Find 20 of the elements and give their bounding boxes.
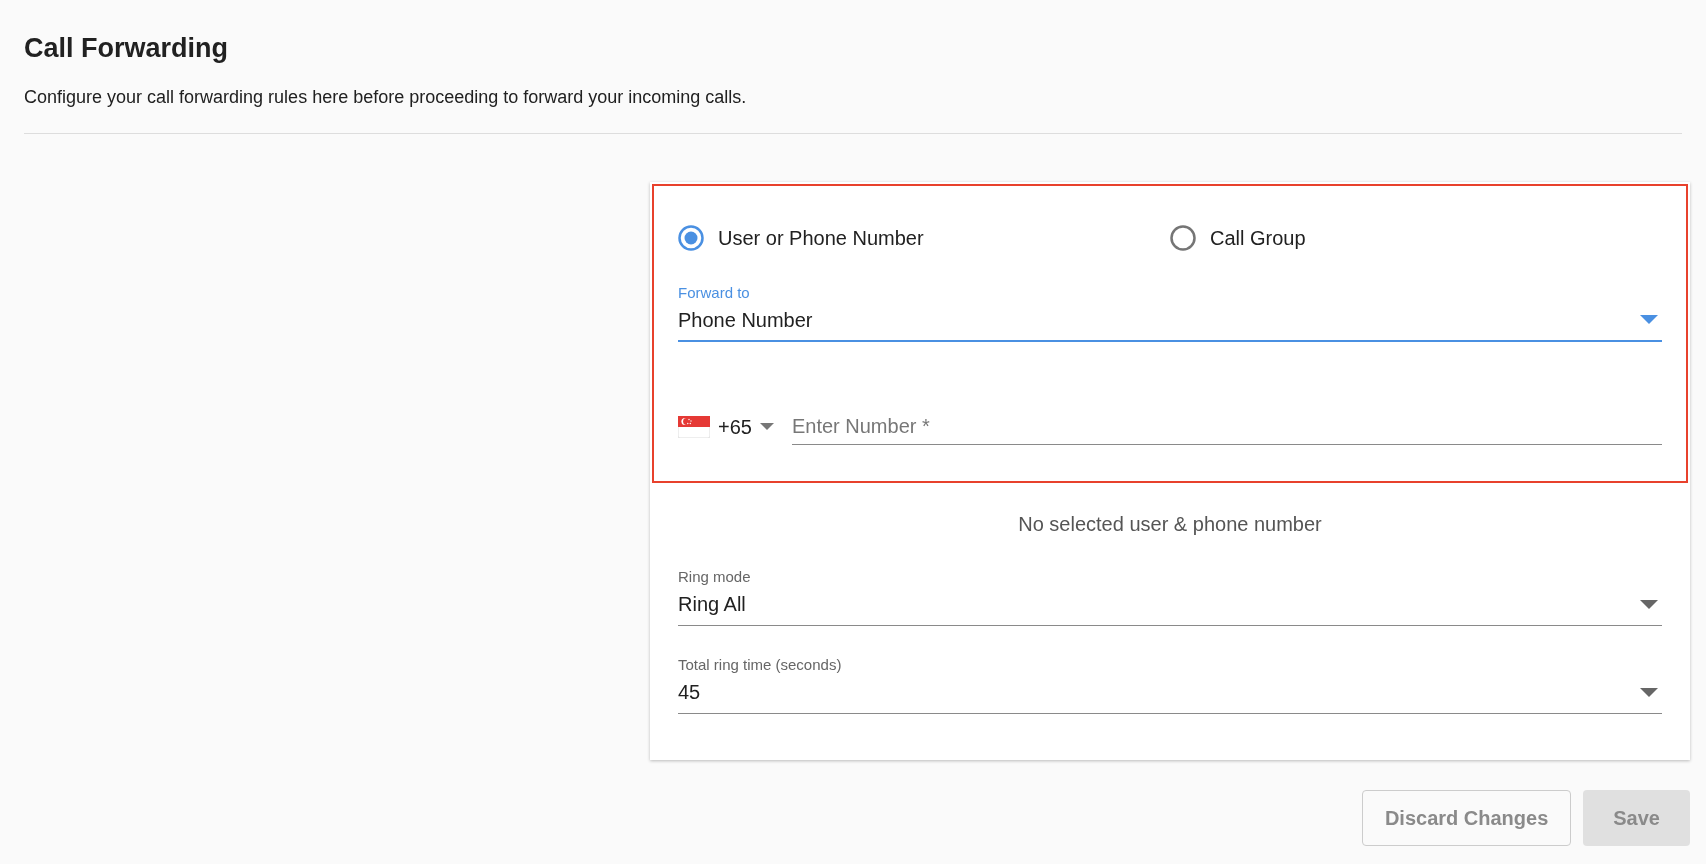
radio-option[interactable]: User or Phone Number [678, 225, 1170, 251]
caret-icon [1640, 599, 1658, 610]
empty-message: No selected user & phone number [1017, 513, 1323, 536]
flag-icon [678, 416, 710, 438]
radio-option[interactable]: Call Group [1170, 225, 1662, 251]
radio-unchecked-icon [1170, 225, 1196, 251]
country-code-selector[interactable]: +65 [678, 409, 774, 445]
page-description: Configure your call forwarding rules here before proceeding to forward your incoming calls. [24, 86, 748, 109]
caret-icon [1640, 687, 1658, 698]
caret-icon [1640, 315, 1658, 325]
dropdown-field[interactable]: Ring All [678, 586, 1662, 626]
field-label: Forward to [678, 284, 751, 302]
field-label: Ring mode [678, 568, 752, 586]
radio-checked-icon [678, 225, 704, 251]
phone-number-field[interactable]: Enter Number * [791, 408, 1662, 445]
dropdown-field[interactable]: Phone Number [678, 302, 1662, 342]
field-label: Total ring time (seconds) [678, 656, 843, 674]
caret-icon [759, 423, 774, 431]
page-title: Call Forwarding [24, 32, 230, 65]
dropdown-field[interactable]: 45 [678, 674, 1662, 714]
